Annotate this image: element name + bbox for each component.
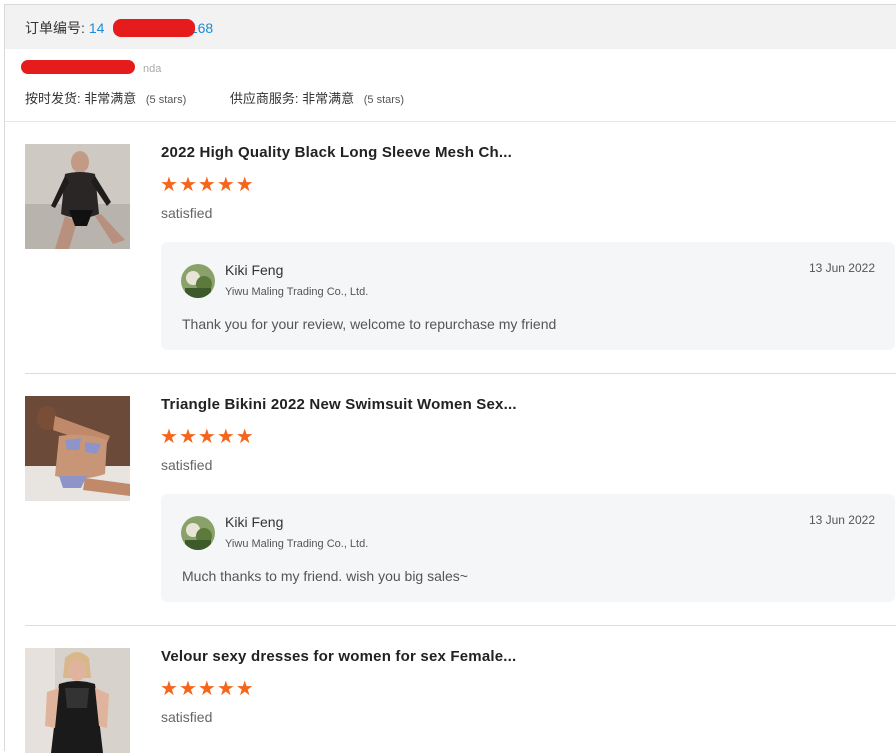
buyer-redaction-mark (21, 60, 135, 74)
rating-verdict: satisfied (161, 457, 213, 473)
product-image[interactable] (25, 648, 130, 753)
item-divider (25, 373, 896, 374)
product-rating-stars: ★★★★★ (160, 424, 255, 449)
order-review-panel: 订单编号:14022168 nda 按时发货: 非常满意 (5 stars) 供… (4, 4, 896, 753)
star-icon: ★ (197, 678, 217, 700)
star-icon: ★ (160, 174, 179, 196)
review-item: Triangle Bikini 2022 New Swimsuit Women … (25, 396, 896, 626)
reply-text: Thank you for your review, welcome to re… (182, 316, 557, 332)
item-divider (25, 625, 896, 626)
star-icon: ★ (216, 426, 236, 448)
shipping-rating: 按时发货: 非常满意 (5 stars) (25, 91, 187, 106)
seller-ratings: 按时发货: 非常满意 (5 stars) 供应商服务: 非常满意 (5 star… (25, 88, 444, 107)
avatar (181, 264, 215, 298)
order-label: 订单编号: (25, 20, 85, 36)
star-icon: ★ (235, 678, 255, 700)
star-icon: ★ (235, 174, 255, 196)
seller-reply: Kiki Feng Yiwu Maling Trading Co., Ltd. … (161, 494, 895, 602)
review-item: 2022 High Quality Black Long Sleeve Mesh… (25, 144, 896, 374)
reply-author: Kiki Feng (225, 262, 284, 278)
reply-company: Yiwu Maling Trading Co., Ltd. (225, 538, 369, 550)
review-item: Velour sexy dresses for women for sex Fe… (25, 648, 896, 753)
reply-author: Kiki Feng (225, 514, 284, 530)
star-icon: ★ (197, 426, 217, 448)
service-rating: 供应商服务: 非常满意 (5 stars) (229, 91, 405, 106)
product-title[interactable]: 2022 High Quality Black Long Sleeve Mesh… (161, 144, 512, 161)
star-icon: ★ (160, 426, 179, 448)
reply-text: Much thanks to my friend. wish you big s… (182, 568, 468, 584)
product-image[interactable] (25, 144, 130, 249)
star-icon: ★ (178, 426, 198, 448)
product-rating-stars: ★★★★★ (160, 172, 255, 197)
product-rating-stars: ★★★★★ (160, 676, 255, 701)
reply-date: 13 Jun 2022 (808, 513, 875, 527)
reply-date: 13 Jun 2022 (808, 261, 875, 275)
product-title[interactable]: Triangle Bikini 2022 New Swimsuit Women … (161, 396, 517, 413)
star-icon: ★ (178, 174, 198, 196)
star-icon: ★ (216, 678, 236, 700)
star-icon: ★ (197, 174, 217, 196)
star-icon: ★ (160, 678, 179, 700)
order-header: 订单编号:14022168 (5, 5, 896, 49)
seller-reply: Kiki Feng Yiwu Maling Trading Co., Ltd. … (161, 242, 895, 350)
rating-verdict: satisfied (161, 205, 213, 221)
star-icon: ★ (178, 678, 198, 700)
product-title[interactable]: Velour sexy dresses for women for sex Fe… (161, 648, 516, 665)
rating-verdict: satisfied (161, 709, 213, 725)
divider (5, 121, 896, 122)
reply-company: Yiwu Maling Trading Co., Ltd. (225, 286, 369, 298)
redaction-mark (113, 19, 195, 37)
product-image[interactable] (25, 396, 130, 501)
star-icon: ★ (216, 174, 236, 196)
star-icon: ★ (235, 426, 255, 448)
avatar (181, 516, 215, 550)
